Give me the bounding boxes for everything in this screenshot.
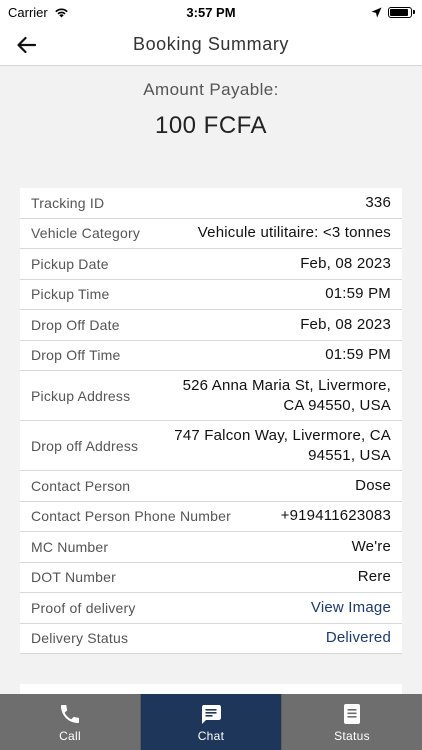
carrier-label: Carrier (8, 4, 48, 20)
booking-details-card: Tracking ID 336 Vehicle Category Vehicul… (20, 188, 402, 654)
bottom-tab-bar: Call Chat Status (0, 694, 422, 750)
amount-payable-label: Amount Payable: (143, 80, 279, 99)
detail-label: Pickup Date (31, 255, 109, 272)
detail-label: MC Number (31, 538, 109, 555)
detail-label: Drop Off Date (31, 316, 120, 333)
detail-value: Dose (355, 476, 391, 494)
detail-value: Vehicule utilitaire: <3 tonnes (197, 224, 391, 242)
detail-label: DOT Number (31, 569, 116, 586)
detail-label: Proof of delivery (31, 599, 136, 616)
location-arrow-icon (371, 7, 382, 17)
detail-value: Feb, 08 2023 (300, 315, 391, 333)
detail-label: Contact Person (31, 477, 131, 494)
detail-value: +919411623083 (280, 507, 391, 525)
detail-value: 01:59 PM (325, 346, 391, 364)
tab-status[interactable]: Status (282, 694, 422, 750)
detail-value: We're (351, 537, 391, 555)
tab-call[interactable]: Call (0, 694, 141, 750)
battery-icon (388, 6, 415, 18)
detail-label: Tracking ID (31, 194, 105, 211)
tab-label: Chat (197, 728, 225, 743)
detail-row-drop-off-date: Drop Off Date Feb, 08 2023 (20, 310, 402, 341)
detail-label: Contact Person Phone Number (31, 508, 231, 525)
detail-row-drop-off-time: Drop Off Time 01:59 PM (20, 341, 402, 371)
page-title: Booking Summary (132, 34, 290, 54)
detail-row-contact-phone: Contact Person Phone Number +91941162308… (20, 502, 402, 532)
detail-value: Feb, 08 2023 (300, 254, 391, 272)
detail-row-drop-off-address: Drop off Address 747 Falcon Way, Livermo… (20, 421, 402, 471)
detail-value: Rere (357, 568, 391, 586)
status-icons (371, 6, 415, 18)
detail-row-contact-person: Contact Person Dose (20, 471, 402, 502)
tab-chat[interactable]: Chat (141, 694, 282, 750)
back-arrow-icon (17, 36, 36, 54)
detail-row-tracking-id: Tracking ID 336 (20, 188, 402, 219)
detail-row-pickup-date: Pickup Date Feb, 08 2023 (20, 249, 402, 280)
chat-icon (202, 704, 221, 724)
detail-row-pickup-address: Pickup Address 526 Anna Maria St, Liverm… (20, 371, 402, 421)
back-button[interactable] (14, 33, 38, 57)
wifi-icon (54, 7, 68, 17)
detail-label: Drop off Address (31, 437, 139, 454)
detail-value: 336 (365, 193, 391, 211)
detail-label: Delivery Status (31, 630, 129, 647)
nav-bar: Booking Summary (0, 24, 422, 66)
amount-payable-value: 100 FCFA (154, 112, 268, 139)
view-image-link[interactable]: View Image (311, 598, 391, 618)
status-bar: Carrier 3:57 PM (0, 0, 422, 24)
tab-label: Status (334, 728, 370, 743)
detail-row-dot-number: DOT Number Rere (20, 563, 402, 593)
tab-label: Call (59, 728, 81, 743)
detail-value: 01:59 PM (325, 285, 391, 303)
detail-row-delivery-status: Delivery Status Delivered (20, 624, 402, 654)
detail-label: Pickup Address (31, 387, 131, 404)
detail-row-proof-of-delivery: Proof of delivery View Image (20, 593, 402, 624)
detail-row-vehicle-category: Vehicle Category Vehicule utilitaire: <3… (20, 219, 402, 249)
detail-row-pickup-time: Pickup Time 01:59 PM (20, 280, 402, 310)
battery-fill (390, 8, 408, 16)
detail-label: Vehicle Category (31, 225, 141, 242)
delivery-status-value: Delivered (325, 629, 391, 647)
detail-value: 526 Anna Maria St, Livermore, CA 94550, … (182, 376, 391, 414)
detail-label: Drop Off Time (31, 347, 121, 364)
document-icon (344, 703, 360, 724)
phone-icon (61, 704, 79, 723)
carrier-group: Carrier (8, 5, 69, 20)
detail-label: Pickup Time (31, 286, 110, 303)
detail-value: 747 Falcon Way, Livermore, CA 94551, USA (174, 426, 391, 464)
detail-row-mc-number: MC Number We're (20, 532, 402, 563)
